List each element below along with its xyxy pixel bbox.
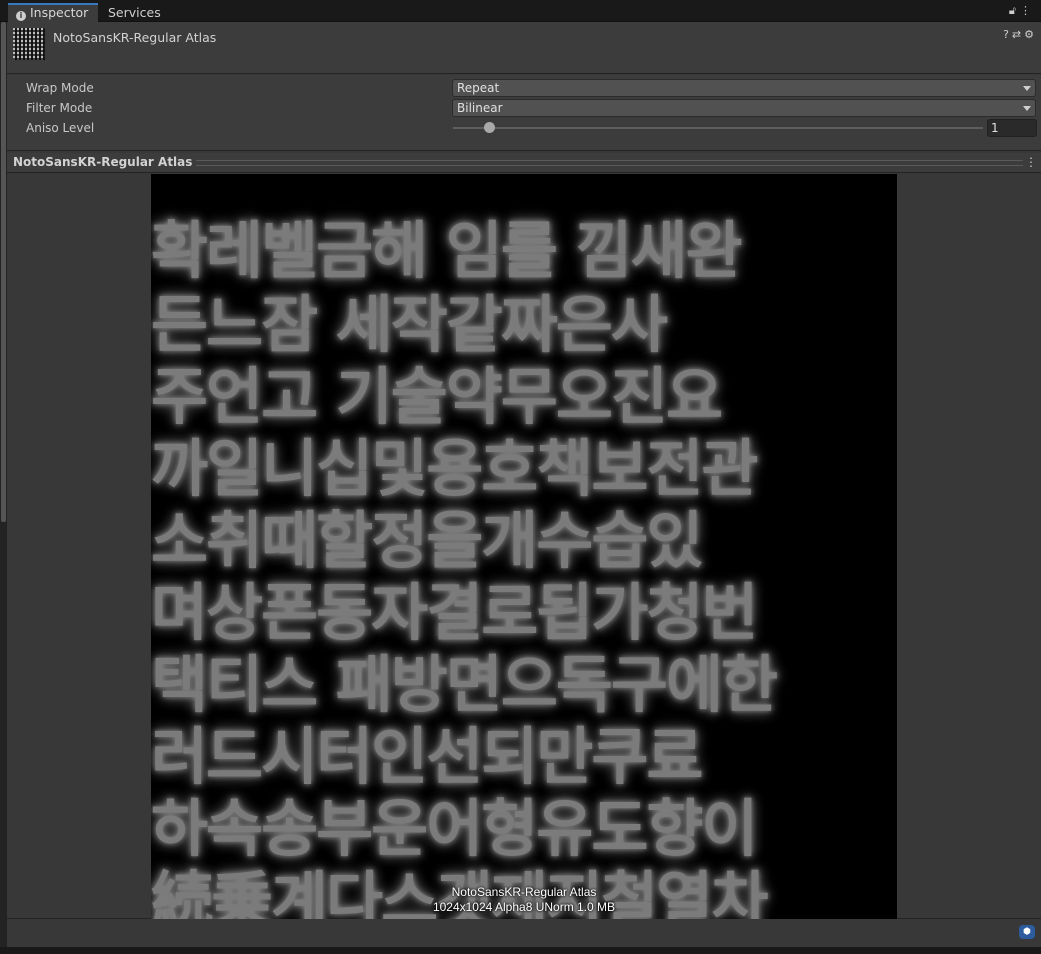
preview-title: NotoSansKR-Regular Atlas — [13, 155, 197, 169]
tab-services-label: Services — [108, 5, 161, 20]
tab-inspector[interactable]: i Inspector — [8, 3, 98, 22]
tab-services[interactable]: Services — [100, 3, 169, 22]
preview-header: NotoSansKR-Regular Atlas ⋮ — [7, 153, 1041, 173]
preview-drag-handle[interactable] — [177, 160, 1023, 166]
aniso-level-row: Aniso Level 1 — [7, 119, 1041, 137]
preview-menu-icon[interactable]: ⋮ — [1025, 155, 1037, 169]
more-menu-icon[interactable]: ⋮ — [1020, 4, 1035, 17]
header-icons: ?⇄⚙ — [1003, 28, 1037, 41]
wrap-mode-dropdown[interactable]: Repeat — [452, 79, 1036, 97]
texture-properties: Wrap Mode Repeat Filter Mode Bilinear An… — [7, 75, 1041, 151]
filter-mode-value: Bilinear — [457, 101, 503, 115]
chevron-down-icon — [1023, 106, 1031, 111]
scrollbar-thumb[interactable] — [1, 22, 6, 522]
preview-area: 확레벨금해 임를 낌새완 든느잠 세작같짜은사 주언고 기술약무오진요 까일니십… — [7, 174, 1041, 919]
wrap-mode-label: Wrap Mode — [26, 81, 94, 95]
bottom-bar — [0, 947, 1041, 954]
atlas-caption-name: NotoSansKR-Regular Atlas — [451, 885, 597, 899]
tab-inspector-label: Inspector — [30, 5, 89, 20]
asset-thumbnail-icon — [13, 28, 45, 60]
asset-header: NotoSansKR-Regular Atlas ?⇄⚙ — [7, 22, 1041, 74]
help-icon[interactable]: ? — [1003, 28, 1012, 41]
atlas-caption-info: 1024x1024 Alpha8 UNorm 1.0 MB — [432, 900, 616, 914]
left-scroll-strip — [0, 22, 7, 947]
filter-mode-dropdown[interactable]: Bilinear — [452, 99, 1036, 117]
aniso-level-input[interactable]: 1 — [987, 119, 1037, 137]
lock-icon[interactable]: 🔓︎ — [1009, 4, 1020, 17]
preset-icon[interactable]: ⇄ — [1012, 28, 1024, 41]
info-icon: i — [16, 11, 26, 21]
filter-mode-row: Filter Mode Bilinear — [7, 99, 1041, 117]
filter-mode-label: Filter Mode — [26, 101, 93, 115]
asset-label-icon[interactable]: ⬢ — [1019, 925, 1035, 939]
settings-icon[interactable]: ⚙ — [1024, 28, 1037, 41]
wrap-mode-value: Repeat — [457, 81, 500, 95]
wrap-mode-row: Wrap Mode Repeat — [7, 79, 1041, 97]
asset-labels-bar: ⬢ — [7, 919, 1041, 947]
inspector-panel: NotoSansKR-Regular Atlas ?⇄⚙ Wrap Mode R… — [7, 22, 1041, 947]
asset-title: NotoSansKR-Regular Atlas — [53, 30, 217, 45]
aniso-slider-knob[interactable] — [484, 122, 495, 133]
aniso-level-label: Aniso Level — [26, 121, 95, 135]
chevron-down-icon — [1023, 86, 1031, 91]
aniso-slider-track[interactable] — [453, 127, 983, 129]
tab-bar-controls: 🔓︎⋮ — [1009, 4, 1035, 18]
tab-bar: i Inspector Services 🔓︎⋮ — [0, 0, 1041, 22]
font-atlas-texture: 확레벨금해 임를 낌새완 든느잠 세작같짜은사 주언고 기술약무오진요 까일니십… — [151, 174, 897, 919]
